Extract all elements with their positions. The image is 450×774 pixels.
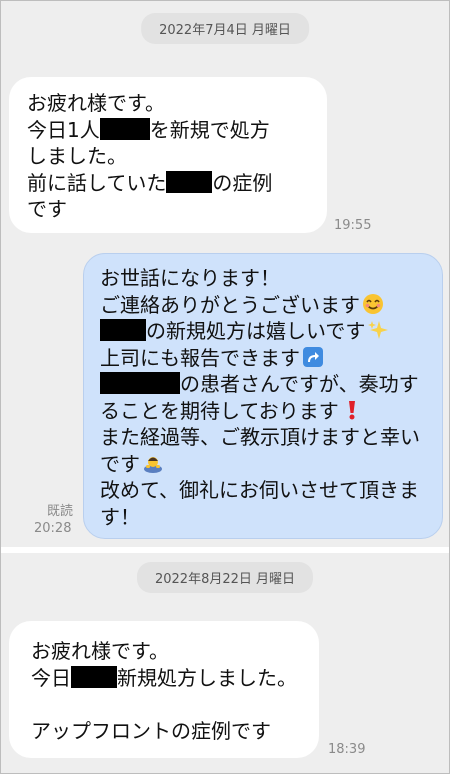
incoming-message-bubble[interactable]: お疲れ様です。 今日1人 を新規で処方 しました。 前に話していた の症例 です [9, 77, 327, 233]
message-timestamp: 19:55 [334, 218, 372, 233]
read-receipt: 既読 [47, 503, 73, 520]
message-line: お疲れ様です。 [31, 639, 169, 663]
message-line: です [100, 451, 426, 478]
redaction-block [100, 372, 180, 394]
smiling-face-icon [363, 293, 383, 314]
outgoing-message-bubble[interactable]: お世話になります！ ご連絡ありがとうございます の新規処方は嬉しいです 上司にも… [83, 253, 443, 539]
redaction-block [166, 170, 213, 193]
redaction-block [99, 117, 150, 140]
message-timestamp: 20:28 [34, 521, 72, 536]
message-line: ご連絡ありがとうございます [100, 292, 426, 319]
message-line: の患者さんですが、奏功す [100, 371, 426, 398]
date-label: 2022年7月4日 月曜日 [159, 23, 291, 38]
redaction-block [100, 319, 146, 341]
message-line: です [27, 197, 67, 221]
message-line: 改めて、御礼にお伺いさせて頂きま [100, 478, 419, 502]
date-separator-second: 2022年8月22日 月曜日 [136, 562, 314, 593]
message-line: 上司にも報告できます [100, 345, 426, 372]
message-line: また経過等、ご教示頂けますと幸い [100, 425, 420, 449]
message-line: 今日 新規処方しました。 [31, 665, 297, 690]
message-timestamp: 18:39 [328, 742, 366, 757]
message-line: ることを期待しております [100, 398, 426, 425]
message-line: お世話になります！ [100, 266, 280, 290]
incoming-message-bubble[interactable]: お疲れ様です。 今日 新規処方しました。 アップフロントの症例です [9, 621, 319, 758]
bowing-person-icon [144, 456, 162, 473]
arrow-up-right-icon [303, 346, 323, 367]
message-line: しました。 [27, 144, 127, 168]
message-line: す！ [100, 504, 140, 529]
date-label: 2022年8月22日 月曜日 [154, 572, 296, 587]
message-line: 前に話していた の症例 [27, 170, 273, 195]
message-line: 今日1人 を新規で処方 [27, 117, 270, 142]
message-line: の新規処方は嬉しいです [100, 318, 426, 345]
redaction-block [71, 665, 117, 688]
message-line: アップフロントの症例です [31, 718, 271, 743]
date-separator-first: 2022年7月4日 月曜日 [141, 13, 309, 44]
read-label: 既読 [47, 504, 74, 519]
message-line: お疲れ様です。 [27, 91, 165, 115]
sparkles-icon [368, 321, 389, 339]
section-divider [1, 547, 449, 553]
red-exclamation-icon [348, 400, 355, 419]
